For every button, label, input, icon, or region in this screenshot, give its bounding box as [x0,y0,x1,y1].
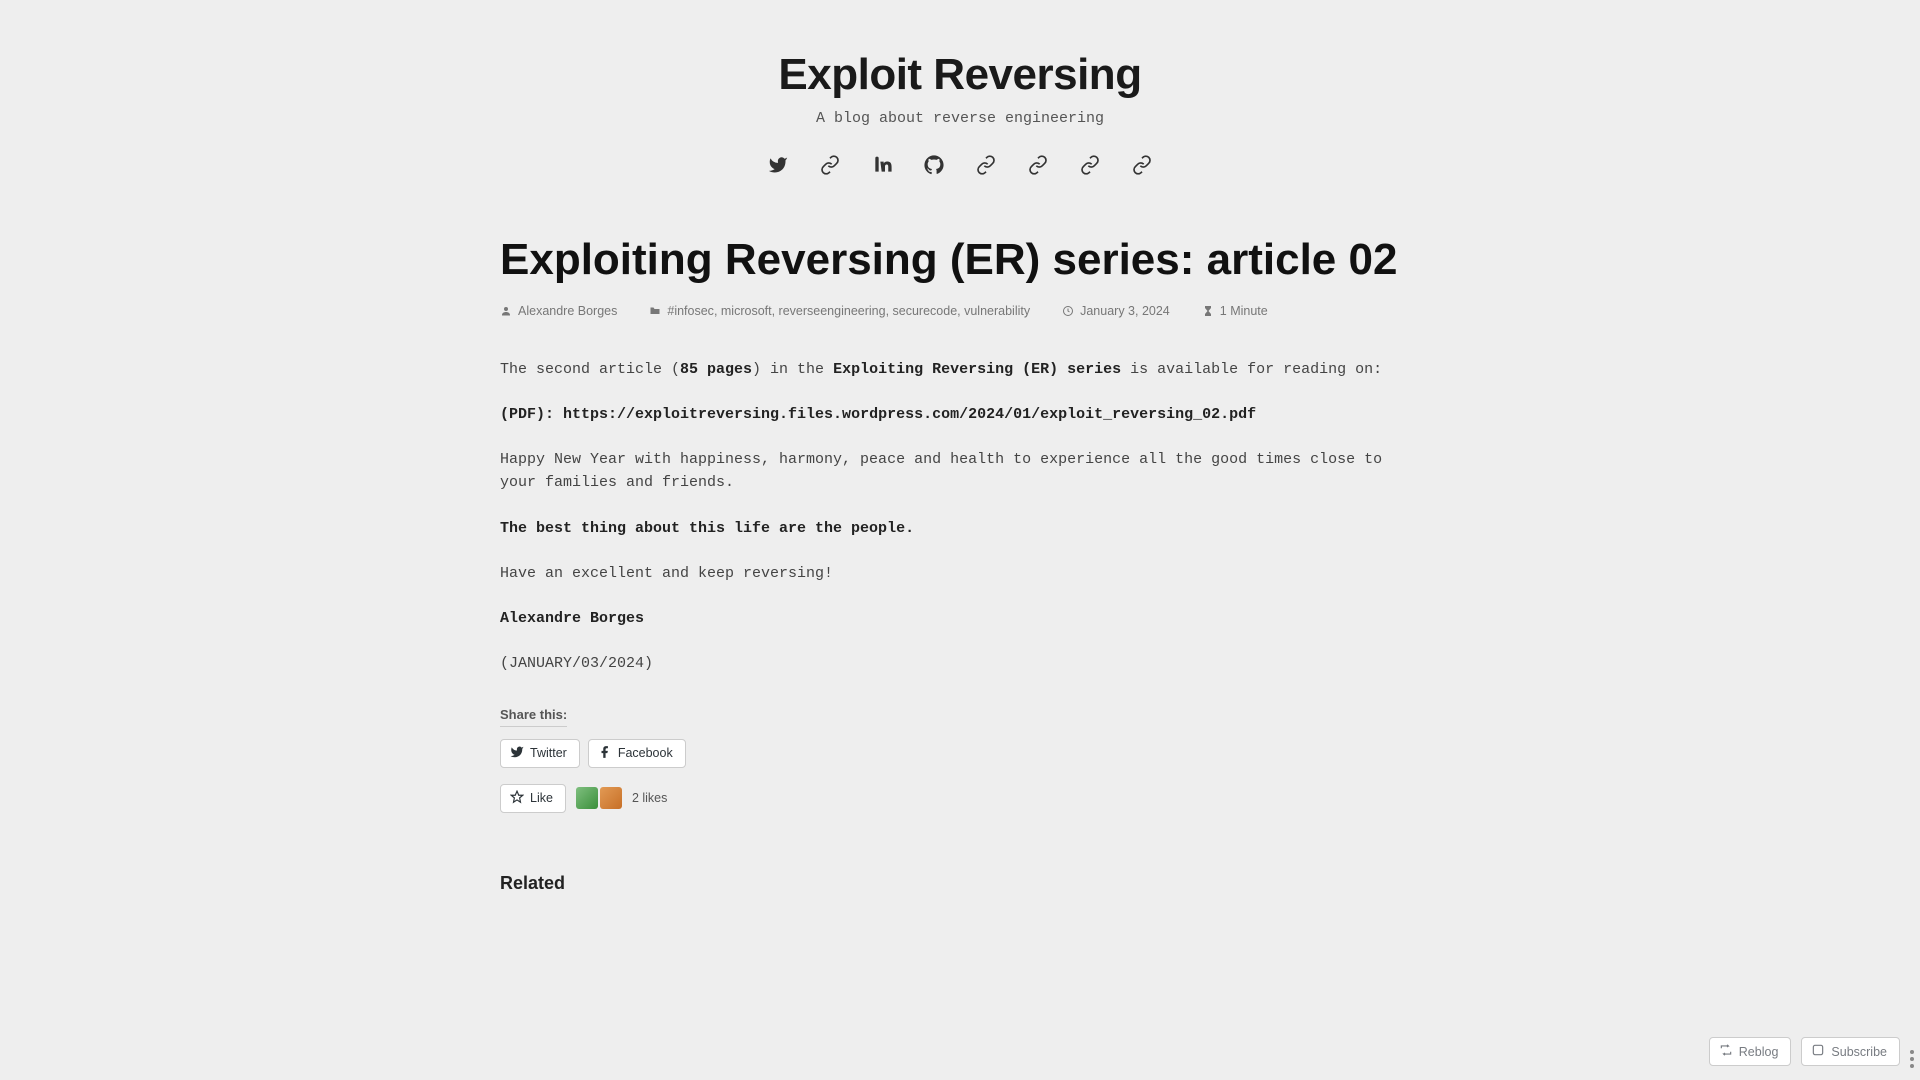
clock-icon [1062,305,1074,317]
tag-reverseengineering[interactable]: reverseengineering [779,304,886,318]
share-facebook-button[interactable]: Facebook [588,739,686,768]
link-icon[interactable] [820,155,840,175]
twitter-icon[interactable] [768,155,788,175]
p1-mid: ) in the [752,361,833,378]
hourglass-icon [1202,305,1214,317]
tag-securecode[interactable]: securecode [893,304,958,318]
paragraph-bestthing: The best thing about this life are the p… [500,517,1420,540]
subscribe-button[interactable]: Subscribe [1801,1037,1900,1066]
share-this-label: Share this: [500,707,567,727]
tag-vulnerability[interactable]: vulnerability [964,304,1030,318]
subscribe-label: Subscribe [1831,1045,1887,1059]
reblog-label: Reblog [1739,1045,1779,1059]
plus-icon [1811,1043,1825,1060]
author-link[interactable]: Alexandre Borges [518,304,617,318]
paragraph-keepreversing: Have an excellent and keep reversing! [500,562,1420,585]
link-icon[interactable] [976,155,996,175]
likes-count: 2 likes [632,791,667,805]
related-heading: Related [500,873,1420,894]
article-meta: Alexandre Borges #infosec, microsoft, re… [500,304,1420,318]
link-icon[interactable] [1132,155,1152,175]
folder-icon [649,305,661,317]
avatar[interactable] [600,787,622,809]
facebook-icon [598,745,612,762]
site-tagline: A blog about reverse engineering [470,110,1450,127]
date-link[interactable]: January 3, 2024 [1080,304,1170,318]
more-icon[interactable] [1904,1050,1914,1068]
pdf-link[interactable]: https://exploitreversing.files.wordpress… [563,406,1256,423]
like-label: Like [530,791,553,805]
p1-prefix: The second article ( [500,361,680,378]
linkedin-icon[interactable] [872,155,892,175]
liker-avatars [576,787,622,809]
article-title: Exploiting Reversing (ER) series: articl… [500,235,1420,286]
p1-suffix: is available for reading on: [1121,361,1382,378]
signature-date: (JANUARY/03/2024) [500,652,1420,675]
tag-microsoft[interactable]: microsoft [721,304,772,318]
p1-pages: 85 pages [680,361,752,378]
pdf-label: (PDF): [500,406,563,423]
star-icon [510,790,524,807]
social-menu [470,155,1450,175]
author-icon [500,305,512,317]
reblog-button[interactable]: Reblog [1709,1037,1792,1066]
tag-infosec[interactable]: #infosec [667,304,714,318]
share-facebook-label: Facebook [618,746,673,760]
paragraph-newyear: Happy New Year with happiness, harmony, … [500,448,1420,495]
p1-series: Exploiting Reversing (ER) series [833,361,1121,378]
share-twitter-label: Twitter [530,746,567,760]
link-icon[interactable] [1080,155,1100,175]
github-icon[interactable] [924,155,944,175]
link-icon[interactable] [1028,155,1048,175]
signature-name: Alexandre Borges [500,607,1420,630]
tags-list: #infosec, microsoft, reverseengineering,… [667,304,1030,318]
twitter-icon [510,745,524,762]
like-button[interactable]: Like [500,784,566,813]
read-time: 1 Minute [1220,304,1268,318]
share-twitter-button[interactable]: Twitter [500,739,580,768]
reblog-icon [1719,1043,1733,1060]
avatar[interactable] [576,787,598,809]
site-title[interactable]: Exploit Reversing [470,50,1450,100]
article-body: The second article (85 pages) in the Exp… [500,358,1420,676]
